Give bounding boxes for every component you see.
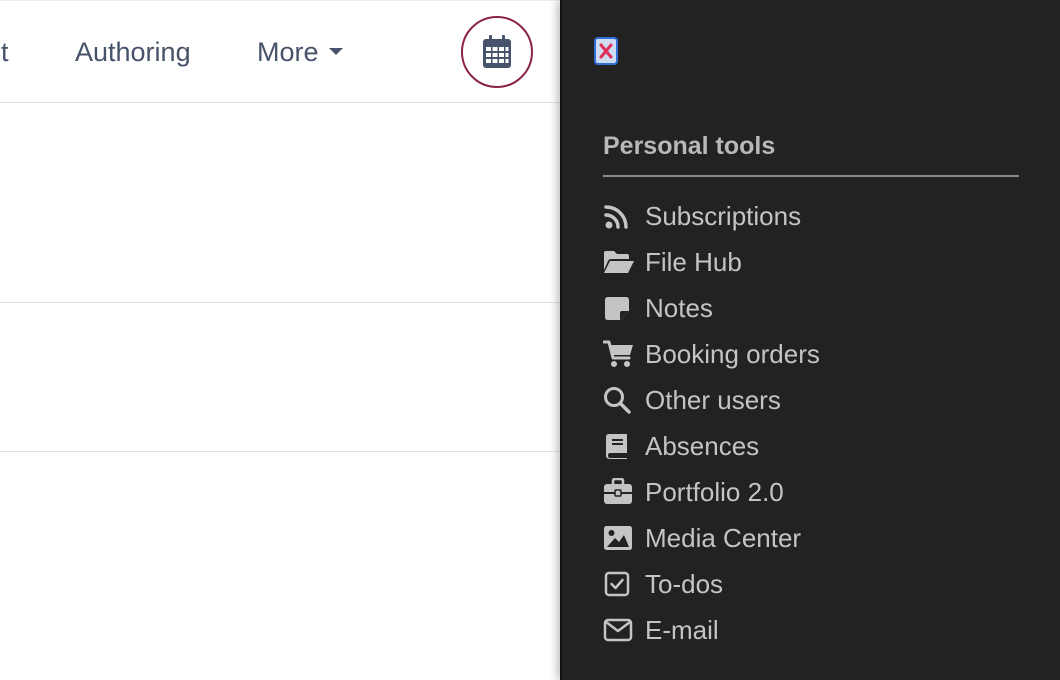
nav-item-authoring[interactable]: Authoring: [75, 35, 191, 69]
caret-down-icon: [328, 48, 343, 56]
menu-item-label: Media Center: [645, 523, 802, 553]
menu-item-label: E-mail: [645, 615, 719, 645]
section-title: Personal tools: [603, 132, 776, 160]
menu-item-label: Subscriptions: [645, 201, 802, 231]
checkbox-icon: [603, 568, 635, 600]
sticky-note-icon: [603, 292, 635, 324]
shopping-cart-icon: [603, 338, 635, 370]
nav-more-label: More: [257, 37, 319, 67]
menu-item-other-users[interactable]: Other users: [603, 377, 820, 423]
menu-item-label: Other users: [645, 385, 781, 415]
menu-item-email[interactable]: E-mail: [603, 607, 820, 653]
content-divider: [0, 451, 560, 452]
briefcase-icon: [603, 476, 635, 508]
page: nt Authoring More: [0, 0, 1060, 680]
personal-tools-menu: Subscriptions File Hub Notes Booking ord…: [603, 193, 820, 653]
content-divider: [0, 302, 560, 303]
calendar-button[interactable]: [461, 16, 533, 88]
folder-open-icon: [603, 246, 635, 278]
personal-tools-drawer: Personal tools Subscriptions File Hub No…: [560, 0, 1060, 680]
main-content: nt Authoring More: [0, 0, 560, 680]
menu-item-label: Absences: [645, 431, 760, 461]
menu-item-absences[interactable]: Absences: [603, 423, 820, 469]
image-icon: [603, 522, 635, 554]
book-icon: [603, 430, 635, 462]
nav-item-more[interactable]: More: [257, 35, 343, 69]
nav-item-partial[interactable]: nt: [0, 35, 9, 69]
search-icon: [603, 384, 635, 416]
menu-item-label: Booking orders: [645, 339, 820, 369]
close-button[interactable]: [594, 37, 618, 65]
menu-item-label: Portfolio 2.0: [645, 477, 784, 507]
menu-item-file-hub[interactable]: File Hub: [603, 239, 820, 285]
calendar-icon: [482, 35, 512, 69]
menu-item-booking-orders[interactable]: Booking orders: [603, 331, 820, 377]
menu-item-notes[interactable]: Notes: [603, 285, 820, 331]
menu-item-portfolio[interactable]: Portfolio 2.0: [603, 469, 820, 515]
section-divider: [603, 175, 1019, 177]
menu-item-todos[interactable]: To-dos: [603, 561, 820, 607]
rss-icon: [603, 200, 635, 232]
envelope-icon: [603, 614, 635, 646]
menu-item-label: File Hub: [645, 247, 742, 277]
menu-item-label: To-dos: [645, 569, 724, 599]
close-icon: [599, 43, 613, 59]
menu-item-subscriptions[interactable]: Subscriptions: [603, 193, 820, 239]
menu-item-label: Notes: [645, 293, 713, 323]
menu-item-media-center[interactable]: Media Center: [603, 515, 820, 561]
top-navigation: nt Authoring More: [0, 0, 560, 103]
